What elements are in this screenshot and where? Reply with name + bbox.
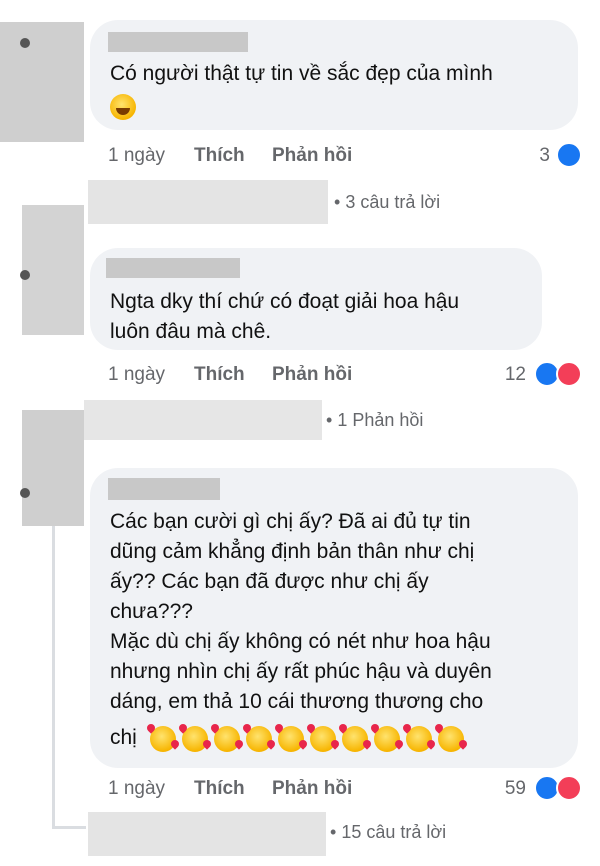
- comment-time[interactable]: 1 ngày: [108, 364, 165, 386]
- thread-line-branch: [52, 826, 86, 829]
- like-button[interactable]: Thích: [194, 778, 245, 800]
- reply-avatars: [88, 180, 328, 224]
- reply-avatars: [88, 812, 326, 856]
- avatar-dot: [20, 38, 30, 48]
- smiling-face-with-hearts-icon: [214, 726, 240, 752]
- smiling-face-with-hearts-icon: [374, 726, 400, 752]
- comment-text-line: luôn đâu mà chê.: [110, 320, 272, 343]
- smiling-face-with-hearts-icon: [342, 726, 368, 752]
- reply-button[interactable]: Phản hồi: [272, 778, 352, 800]
- smiling-face-with-hearts-icon: [406, 726, 432, 752]
- smiling-face-with-hearts-icon: [150, 726, 176, 752]
- comment-text: Có người thật tự tin về sắc đẹp của mình: [110, 62, 493, 85]
- like-button[interactable]: Thích: [194, 364, 245, 386]
- smiling-face-with-hearts-icon: [278, 726, 304, 752]
- love-reaction-icon: [556, 775, 582, 801]
- comment-bubble: Ngta dky thí chứ có đoạt giải hoa hậu lu…: [90, 248, 542, 350]
- comment-text-line: Ngta dky thí chứ có đoạt giải hoa hậu: [110, 290, 460, 313]
- comment-bubble: Có người thật tự tin về sắc đẹp của mình: [90, 20, 578, 130]
- reaction-count[interactable]: 59: [492, 778, 526, 800]
- smiling-face-with-hearts-icon: [438, 726, 464, 752]
- reply-avatars: [84, 400, 322, 440]
- like-button[interactable]: Thích: [194, 145, 245, 167]
- comment-text-line: Mặc dù chị ấy không có nét như hoa hậu: [110, 630, 491, 653]
- reply-button[interactable]: Phản hồi: [272, 145, 352, 167]
- comment-text-line: chị: [110, 726, 137, 749]
- comment-text-line: nhưng nhìn chị ấy rất phúc hậu và duyên: [110, 660, 492, 683]
- comment-bubble: Các bạn cười gì chị ấy? Đã ai đủ tự tin …: [90, 468, 578, 768]
- view-replies-link[interactable]: • 1 Phản hồi: [326, 410, 423, 431]
- face-with-tears-of-joy-icon: [110, 94, 136, 120]
- reply-button[interactable]: Phản hồi: [272, 364, 352, 386]
- comment-text-line: chưa???: [110, 600, 193, 623]
- avatar-dot: [20, 488, 30, 498]
- smiling-face-with-hearts-icon: [310, 726, 336, 752]
- commenter-name[interactable]: [108, 478, 220, 500]
- avatar[interactable]: [0, 22, 84, 142]
- like-reaction-icon: [556, 142, 582, 168]
- comment-time[interactable]: 1 ngày: [108, 145, 165, 167]
- thread-line: [52, 526, 55, 828]
- reaction-count[interactable]: 3: [520, 145, 550, 167]
- view-replies-link[interactable]: • 15 câu trả lời: [330, 822, 446, 843]
- comment-text-line: Các bạn cười gì chị ấy? Đã ai đủ tự tin: [110, 510, 471, 533]
- avatar[interactable]: [22, 410, 84, 526]
- commenter-name[interactable]: [106, 258, 240, 278]
- love-reaction-icon: [556, 361, 582, 387]
- view-replies-link[interactable]: • 3 câu trả lời: [334, 192, 440, 213]
- commenter-name[interactable]: [108, 32, 248, 52]
- reaction-count[interactable]: 12: [492, 364, 526, 386]
- comment-text-line: dũng cảm khẳng định bản thân như chị: [110, 540, 475, 563]
- avatar[interactable]: [22, 205, 84, 335]
- smiling-face-with-hearts-icon: [246, 726, 272, 752]
- avatar-dot: [20, 270, 30, 280]
- comment-time[interactable]: 1 ngày: [108, 778, 165, 800]
- smiling-face-with-hearts-icon: [182, 726, 208, 752]
- comment-text-line: dáng, em thả 10 cái thương thương cho: [110, 690, 484, 713]
- comment-text-line: ấy?? Các bạn đã được như chị ấy: [110, 570, 429, 593]
